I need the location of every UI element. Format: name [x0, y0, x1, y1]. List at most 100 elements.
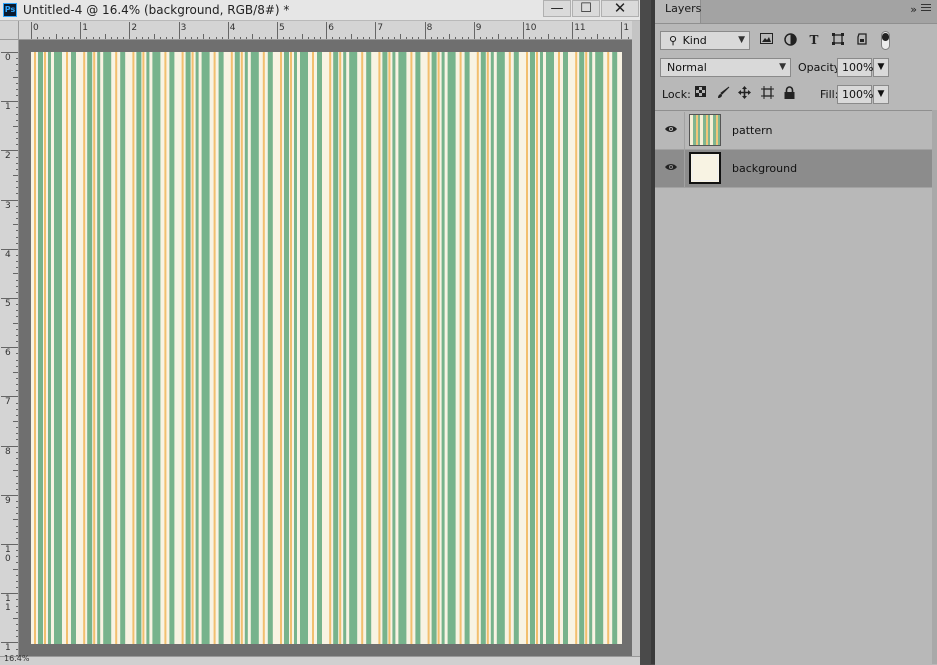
stripe	[213, 52, 216, 644]
stripe	[169, 52, 175, 644]
lock-image-icon[interactable]	[716, 86, 730, 100]
layer-thumbnail	[689, 152, 721, 184]
stripe	[490, 52, 494, 644]
eye-icon	[665, 126, 677, 132]
opacity-input[interactable]: 100%	[837, 58, 873, 77]
search-icon: ⚲	[669, 34, 678, 47]
visibility-toggle[interactable]	[655, 112, 685, 150]
stripe	[585, 52, 588, 644]
ruler-tick-label: 7	[377, 23, 384, 33]
stripe	[431, 52, 437, 644]
blend-mode-value: Normal	[667, 61, 707, 74]
stripe	[201, 52, 210, 644]
eye-icon	[665, 164, 677, 170]
stripe	[262, 52, 265, 644]
ruler-tick-label: 2	[131, 23, 138, 33]
close-button[interactable]: ✕	[601, 0, 639, 17]
ruler-tick-label: 1	[82, 23, 88, 33]
stripe	[441, 52, 445, 644]
fill-slider-toggle[interactable]: ▼	[873, 85, 889, 104]
ruler-tick-label: 0	[33, 23, 39, 33]
lock-position-icon[interactable]	[737, 86, 751, 100]
stripe-pattern	[34, 52, 618, 644]
panel-menu-icon[interactable]	[921, 4, 931, 13]
zoom-level[interactable]: 16.4%	[4, 654, 29, 663]
stripe	[115, 52, 118, 644]
vertical-scrollbar[interactable]	[632, 21, 640, 664]
panel-scroll-track[interactable]	[932, 110, 937, 664]
filter-kind-label: Kind	[682, 34, 707, 47]
stripe	[427, 52, 430, 644]
type-filter-icon[interactable]: T	[807, 33, 821, 47]
stripe	[250, 52, 259, 644]
stripe	[536, 52, 538, 644]
lock-artboard-icon[interactable]	[760, 86, 774, 100]
stripe	[71, 52, 76, 644]
horizontal-ruler[interactable]: 0 1 2 3 4 5 6 7 8 9 10 11 1	[19, 21, 632, 40]
ruler-tick-label: 8	[5, 446, 11, 457]
document-window: Ps Untitled-4 @ 16.4% (background, RGB/8…	[0, 0, 640, 665]
ruler-tick-label: 1 1	[5, 594, 11, 614]
stripe	[388, 52, 391, 644]
stripe	[244, 52, 248, 644]
tab-layers[interactable]: Layers	[655, 0, 701, 23]
lock-transparent-icon[interactable]	[693, 86, 707, 100]
minimize-button[interactable]: —	[543, 0, 571, 17]
stripe	[312, 52, 314, 644]
shape-filter-icon[interactable]	[831, 33, 845, 47]
opacity-slider-toggle[interactable]: ▼	[873, 58, 889, 77]
stripe	[447, 52, 456, 644]
stripe	[93, 52, 96, 644]
ruler-tick-label: 7	[5, 397, 11, 408]
layer-row-background[interactable]: background	[655, 150, 932, 188]
stripe	[343, 52, 347, 644]
stripe	[366, 52, 372, 644]
fill-label: Fill:	[820, 88, 839, 101]
stripe	[333, 52, 339, 644]
stripe	[181, 52, 184, 644]
stripe	[300, 52, 308, 644]
lock-all-icon[interactable]	[782, 86, 796, 100]
filter-toggle-switch[interactable]	[881, 31, 890, 50]
vertical-ruler[interactable]: 0 1 2 3 4 5 6 7 8 9 1 0 1 1 1	[0, 40, 19, 664]
stripe	[415, 52, 421, 644]
stripe	[392, 52, 396, 644]
ruler-tick-label: 4	[229, 23, 236, 33]
document-canvas[interactable]	[31, 52, 622, 644]
ruler-tick-label: 1 0	[5, 545, 11, 564]
maximize-button[interactable]: ☐	[572, 0, 600, 17]
stripe	[361, 52, 364, 644]
filter-kind-dropdown[interactable]: ⚲ Kind ▼	[660, 31, 750, 50]
document-title-bar[interactable]: Ps Untitled-4 @ 16.4% (background, RGB/8…	[0, 0, 640, 21]
blend-mode-dropdown[interactable]: Normal ▼	[660, 58, 791, 77]
stripe	[164, 52, 167, 644]
ruler-tick-label: 5	[5, 299, 11, 309]
ruler-tick-label: 6	[5, 348, 11, 359]
ruler-tick-label: 3	[180, 23, 187, 33]
fill-input[interactable]: 100%	[837, 85, 873, 104]
stripe	[339, 52, 342, 644]
ruler-tick-label: 0	[5, 53, 11, 63]
layer-list: pattern background	[655, 110, 937, 665]
stripe	[87, 52, 93, 644]
layer-row-pattern[interactable]: pattern	[655, 112, 932, 150]
stripe	[44, 52, 46, 644]
stripe	[476, 52, 479, 644]
image-filter-icon[interactable]	[759, 33, 773, 47]
stripe	[607, 52, 610, 644]
canvas-workspace[interactable]	[19, 40, 632, 656]
stripe	[218, 52, 224, 644]
ruler-origin[interactable]	[0, 21, 19, 40]
layer-name: pattern	[732, 124, 773, 137]
stripe	[486, 52, 489, 644]
collapse-panel-icon[interactable]: »	[910, 3, 917, 16]
stripe	[589, 52, 593, 644]
layers-panel: Layers » ⚲ Kind ▼ T Normal ▼ Opacity: 10…	[655, 0, 937, 665]
stripe	[136, 52, 142, 644]
adjustment-filter-icon[interactable]	[783, 33, 797, 47]
smart-object-filter-icon[interactable]	[855, 33, 869, 47]
panel-divider[interactable]	[640, 0, 655, 664]
visibility-toggle[interactable]	[655, 150, 685, 188]
stripe	[185, 52, 191, 644]
stripe	[464, 52, 470, 644]
